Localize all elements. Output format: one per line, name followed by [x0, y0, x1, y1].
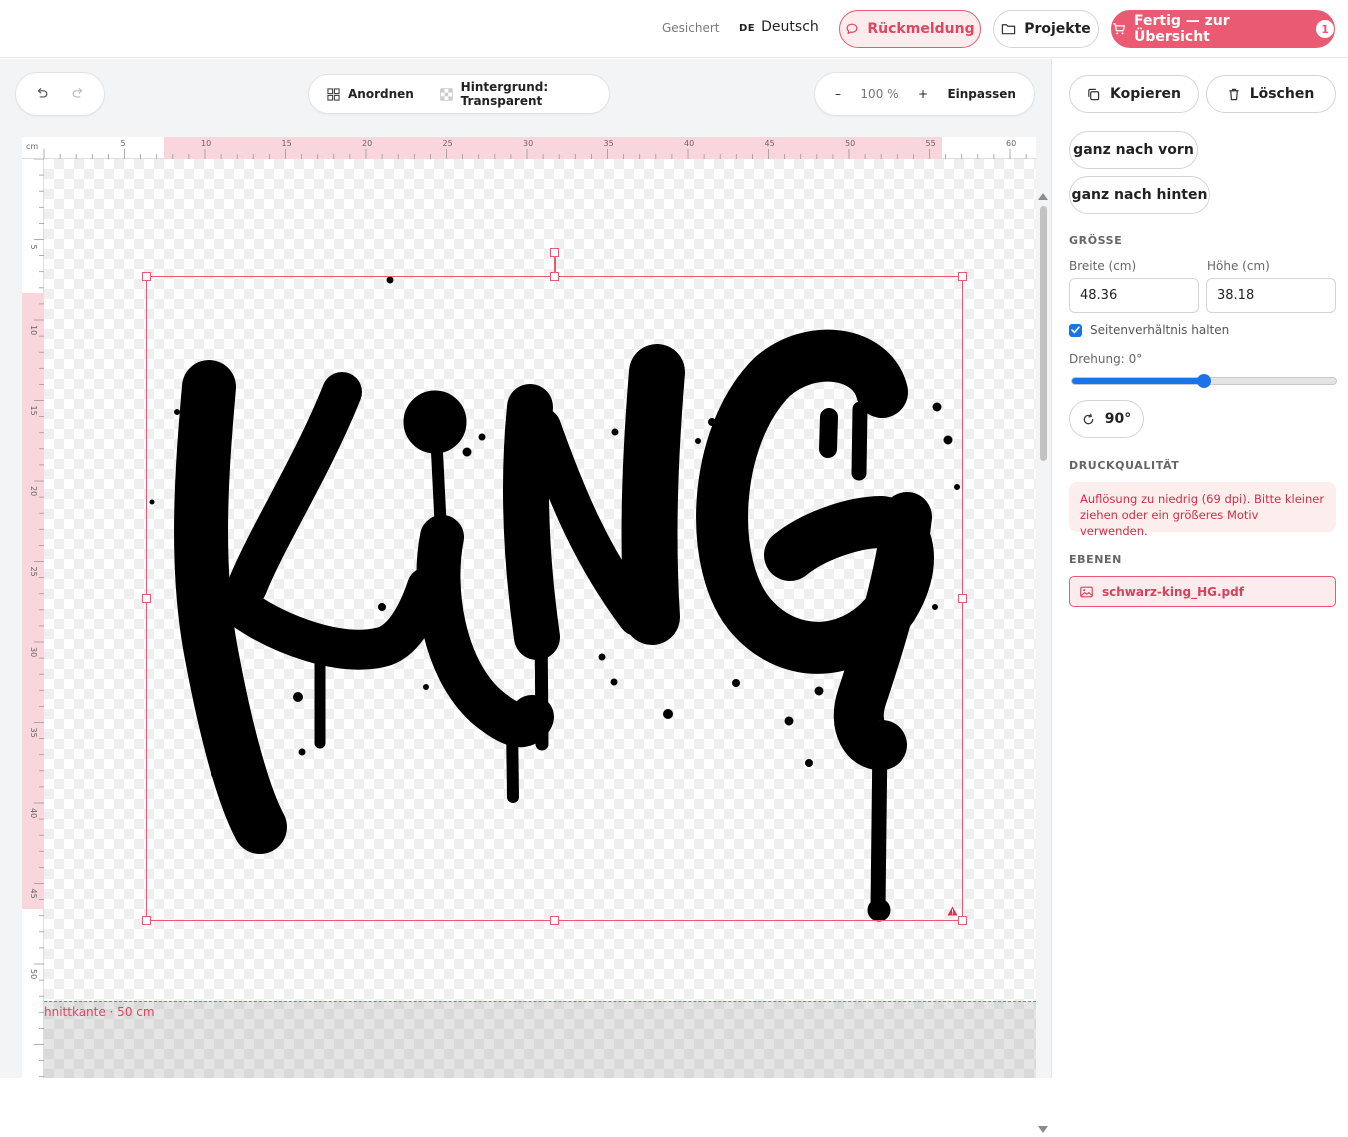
resize-handle-right[interactable]: [958, 594, 967, 603]
width-label: Breite (cm): [1069, 259, 1137, 273]
arrange-button[interactable]: Anordnen: [327, 87, 414, 101]
scroll-down-arrow[interactable]: [1038, 1126, 1048, 1133]
save-status: Gesichert: [662, 21, 720, 35]
top-bar: Gesichert DE Deutsch Rückmeldung Projekt…: [0, 0, 1348, 58]
height-label: Höhe (cm): [1207, 259, 1270, 273]
properties-panel: Kopieren Löschen ganz nach vorn ganz nac…: [1051, 59, 1348, 1078]
language-name: Deutsch: [761, 19, 819, 35]
checkerboard-icon: [439, 87, 453, 101]
rotation-slider[interactable]: [1071, 374, 1337, 388]
zoom-in-button[interactable]: +: [918, 87, 928, 101]
send-to-back-button[interactable]: ganz nach hinten: [1069, 176, 1210, 214]
delete-button[interactable]: Löschen: [1206, 75, 1336, 113]
resolution-warning: Auflösung zu niedrig (69 dpi). Bitte kle…: [1069, 482, 1336, 538]
keep-aspect-checkbox[interactable]: Seitenverhältnis halten: [1069, 323, 1229, 337]
layer-item[interactable]: schwarz-king_HG.pdf: [1069, 576, 1336, 607]
zoom-out-button[interactable]: –: [835, 87, 841, 101]
redo-icon: [72, 87, 83, 98]
done-overview-button[interactable]: Fertig — zur Übersicht 1: [1111, 10, 1335, 48]
bring-to-front-label: ganz nach vorn: [1073, 142, 1194, 158]
arrange-label: Anordnen: [348, 87, 414, 101]
canvas-workspace: Anordnen Hintergrund: Transparent – 100 …: [0, 59, 1051, 1133]
feedback-button[interactable]: Rückmeldung: [839, 10, 981, 48]
print-quality-heading: DRUCKQUALITÄT: [1069, 459, 1180, 472]
scroll-up-arrow[interactable]: [1038, 193, 1048, 200]
design-canvas[interactable]: cm 5 10 15 20 25 30 35 40 45 50 55 60 5 10 15 20 25 30 35…: [22, 137, 1036, 1078]
rotate-90-label: 90°: [1104, 411, 1132, 427]
layer-name: schwarz-king_HG.pdf: [1102, 584, 1244, 599]
keep-aspect-label: Seitenverhältnis halten: [1090, 323, 1230, 337]
done-label: Fertig — zur Übersicht: [1134, 13, 1230, 45]
undo-button[interactable]: [35, 86, 49, 103]
chat-bubble-icon: [846, 23, 858, 34]
height-input[interactable]: [1206, 278, 1336, 313]
resize-handle-left[interactable]: [142, 594, 151, 603]
delete-label: Löschen: [1249, 86, 1315, 102]
folder-icon: [1002, 24, 1016, 35]
bring-to-front-button[interactable]: ganz nach vorn: [1069, 131, 1198, 169]
zoom-value: 100 %: [860, 87, 899, 101]
width-input[interactable]: [1069, 278, 1199, 313]
cart-icon: [1113, 23, 1126, 35]
redo-button[interactable]: [71, 86, 85, 103]
layers-heading: EBENEN: [1069, 553, 1122, 566]
trash-icon: [1229, 88, 1239, 100]
resize-handle-bottom-right[interactable]: [958, 916, 967, 925]
canvas-scrollbar[interactable]: [1037, 193, 1049, 1137]
fit-button[interactable]: Einpassen: [947, 87, 1016, 101]
background-label: Hintergrund: Transparent: [460, 80, 549, 108]
background-toggle[interactable]: Hintergrund: Transparent: [439, 80, 609, 108]
feedback-label: Rückmeldung: [867, 21, 975, 37]
rotation-label: Drehung: 0°: [1069, 352, 1143, 366]
grid-icon: [327, 87, 340, 101]
language-code: DE: [739, 23, 756, 34]
copy-icon: [1088, 88, 1100, 100]
rotation-slider-fill: [1072, 378, 1204, 384]
resize-handle-top-right[interactable]: [958, 272, 967, 281]
canvas-options-toolbar: Anordnen Hintergrund: Transparent: [308, 74, 610, 114]
cart-count-badge: 1: [1316, 20, 1334, 38]
checkbox-checked-icon: [1069, 323, 1082, 337]
scroll-thumb[interactable]: [1040, 206, 1047, 461]
size-heading: GRÖSSE: [1069, 234, 1123, 247]
rotate-icon: [1083, 413, 1094, 424]
resize-handle-top-left[interactable]: [142, 272, 151, 281]
history-toolbar: [15, 72, 105, 116]
warning-icon: [947, 906, 958, 916]
rotation-slider-knob[interactable]: [1197, 374, 1211, 388]
image-file-icon: [1080, 586, 1093, 597]
rotate-handle[interactable]: [550, 248, 559, 257]
rotate-90-button[interactable]: 90°: [1069, 400, 1144, 438]
copy-label: Kopieren: [1110, 86, 1181, 102]
copy-button[interactable]: Kopieren: [1069, 75, 1199, 113]
projects-button[interactable]: Projekte: [993, 10, 1099, 48]
undo-icon: [37, 87, 48, 98]
resize-handle-bottom-left[interactable]: [142, 916, 151, 925]
language-selector[interactable]: DE Deutsch: [739, 19, 819, 35]
send-to-back-label: ganz nach hinten: [1071, 187, 1208, 203]
selection-box[interactable]: [146, 276, 963, 921]
resize-handle-top[interactable]: [550, 272, 559, 281]
zoom-toolbar: – 100 % + Einpassen: [814, 72, 1035, 116]
projects-label: Projekte: [1024, 21, 1091, 37]
resize-handle-bottom[interactable]: [550, 916, 559, 925]
